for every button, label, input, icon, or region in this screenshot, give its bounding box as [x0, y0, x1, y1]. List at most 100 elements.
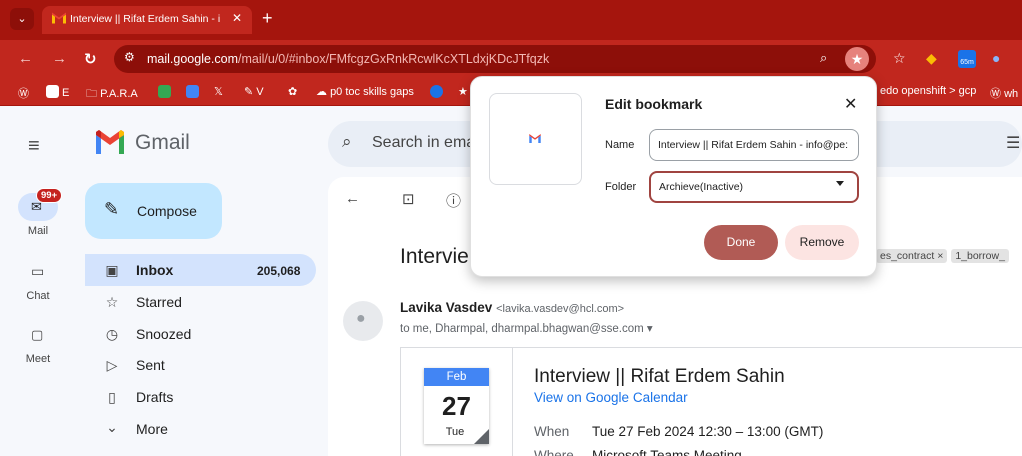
- label-chip[interactable]: es_contract ×: [876, 249, 948, 263]
- calendar-month: Feb: [424, 368, 489, 386]
- bookmark-icon-1[interactable]: [158, 85, 174, 99]
- event-title: Interview || Rifat Erdem Sahin: [534, 366, 785, 387]
- rail-meet-label: Meet: [25, 353, 51, 365]
- bookmark-name-input[interactable]: Interview || Rifat Erdem Sahin - info@pe…: [649, 129, 859, 161]
- label-chips: es_contract × 1_borrow_: [876, 249, 1013, 263]
- person-icon: ●: [356, 310, 366, 327]
- clock-icon: ◷: [105, 326, 119, 342]
- name-label: Name: [605, 139, 635, 151]
- sender-name: Lavika Vasdev: [400, 300, 493, 315]
- chevron-down-icon: ⌄: [106, 419, 118, 435]
- filter-icon[interactable]: ☰: [1006, 133, 1020, 153]
- back-icon[interactable]: ←: [345, 190, 360, 207]
- pen-icon: ✎: [244, 86, 257, 98]
- search-input[interactable]: Search in ema: [372, 134, 475, 152]
- url-text[interactable]: mail.google.com/mail/u/0/#inbox/FMfcgzGx…: [147, 52, 549, 66]
- nav-inbox-label: Inbox: [136, 262, 174, 278]
- extension-icon[interactable]: ◆: [926, 50, 937, 67]
- tab-close-icon[interactable]: ✕: [232, 11, 242, 25]
- rail-chat-label: Chat: [26, 290, 50, 302]
- bookmark-para[interactable]: 🗀 P.A.R.A: [86, 85, 138, 104]
- bookmark-v[interactable]: ✎ V: [244, 85, 264, 98]
- archive-icon[interactable]: ⊡: [402, 190, 415, 208]
- gmail-favicon-icon: [529, 134, 541, 143]
- inbox-icon: ▣: [105, 262, 119, 278]
- back-arrow-icon[interactable]: ←: [18, 50, 33, 67]
- wix-icon: [46, 85, 59, 98]
- star-icon[interactable]: ☆: [893, 50, 906, 67]
- when-label: When: [534, 424, 570, 439]
- new-tab-button[interactable]: +: [262, 9, 273, 27]
- bookmark-star-icon-2[interactable]: ★: [458, 85, 468, 98]
- sender-email: <lavika.vasdev@hcl.com>: [496, 303, 625, 315]
- pencil-icon: ✎: [104, 199, 120, 219]
- dialog-title: Edit bookmark: [605, 96, 703, 112]
- site-info-icon[interactable]: ⚙: [124, 50, 135, 64]
- gmail-wordmark: Gmail: [135, 131, 190, 154]
- bookmark-edo[interactable]: edo openshift > gcp: [880, 85, 976, 97]
- extension-icon-2[interactable]: ●: [992, 50, 1000, 66]
- bookmark-e[interactable]: E: [46, 85, 69, 99]
- app-icon: [158, 85, 171, 98]
- hamburger-menu-icon[interactable]: ≡: [28, 135, 40, 158]
- label-chip[interactable]: 1_borrow_: [951, 249, 1009, 263]
- bookmark-p0[interactable]: ☁ p0 toc skills gaps: [316, 85, 414, 98]
- rail-mail-label: Mail: [27, 225, 49, 237]
- app-rail: [0, 106, 76, 456]
- bookmark-label: wh: [1004, 88, 1019, 100]
- bookmark-label: V: [256, 86, 264, 98]
- recipients[interactable]: to me, Dharmpal, dharmpal.bhagwan@sse.co…: [400, 321, 653, 335]
- nav-sent-label: Sent: [136, 357, 165, 373]
- url-host: mail.google.com: [147, 52, 239, 66]
- page-curl: [474, 429, 489, 444]
- send-icon: ▷: [106, 357, 118, 373]
- meet-icon[interactable]: ▢: [31, 327, 43, 343]
- close-icon[interactable]: ✕: [844, 94, 857, 114]
- report-spam-icon[interactable]: ⓘ: [446, 190, 461, 211]
- forward-arrow-icon[interactable]: →: [52, 50, 67, 67]
- wordpress-bookmark-icon[interactable]: Ⓦ: [18, 85, 29, 101]
- nav-starred-label: Starred: [136, 294, 182, 310]
- gmail-logo-icon: [96, 130, 124, 154]
- star-icon: ☆: [105, 294, 119, 310]
- url-path: /mail/u/0/#inbox/FMfcgzGxRnkRcwlKcXTLdxj…: [238, 52, 550, 66]
- bookmark-label: E: [62, 87, 70, 99]
- timer-extension-icon[interactable]: 65m: [958, 50, 976, 68]
- dropdown-arrow-icon: [836, 181, 844, 186]
- bookmark-icon-3[interactable]: ✿: [288, 85, 297, 98]
- bookmark-icon-4[interactable]: [430, 85, 446, 99]
- where-label: Where: [534, 448, 574, 456]
- calendar-invite-card: [400, 347, 1022, 456]
- draft-icon: ▯: [108, 389, 116, 405]
- wordpress-icon: Ⓦ: [990, 88, 1005, 100]
- bookmark-wh[interactable]: Ⓦ wh: [990, 85, 1018, 101]
- email-subject: Intervie: [400, 245, 469, 268]
- remove-button[interactable]: Remove: [785, 225, 859, 260]
- chat-icon[interactable]: ▭: [31, 263, 44, 280]
- search-icon[interactable]: ⌕: [342, 132, 352, 152]
- inbox-count: 205,068: [257, 264, 301, 278]
- folder-label: Folder: [605, 181, 637, 193]
- folder-select[interactable]: Archieve(Inactive): [649, 171, 859, 203]
- bookmark-label: p0 toc skills gaps: [330, 86, 414, 98]
- tab-search-button[interactable]: ⌄: [10, 8, 34, 30]
- app-icon: [186, 85, 199, 98]
- bookmark-label: P.A.R.A: [100, 88, 138, 100]
- zoom-icon[interactable]: ⌕: [820, 50, 827, 66]
- x-bookmark-icon[interactable]: 𝕏: [214, 85, 223, 98]
- bookmark-star-icon[interactable]: ★: [845, 47, 869, 71]
- gmail-favicon-icon: [52, 12, 66, 24]
- bookmark-icon-2[interactable]: [186, 85, 202, 99]
- tab-title: Interview || Rifat Erdem Sahin - i: [70, 13, 221, 25]
- done-button[interactable]: Done: [704, 225, 778, 260]
- nav-more-label: More: [136, 421, 168, 437]
- unread-badge: 99+: [36, 188, 63, 203]
- reload-icon[interactable]: ↻: [84, 50, 97, 68]
- divider: [512, 347, 513, 456]
- compose-label: Compose: [137, 203, 197, 219]
- cloud-icon: ☁: [316, 86, 331, 98]
- nav-drafts-label: Drafts: [136, 389, 174, 405]
- view-calendar-link[interactable]: View on Google Calendar: [534, 390, 688, 405]
- app-icon: [430, 85, 443, 98]
- when-value: Tue 27 Feb 2024 12:30 – 13:00 (GMT): [592, 424, 824, 439]
